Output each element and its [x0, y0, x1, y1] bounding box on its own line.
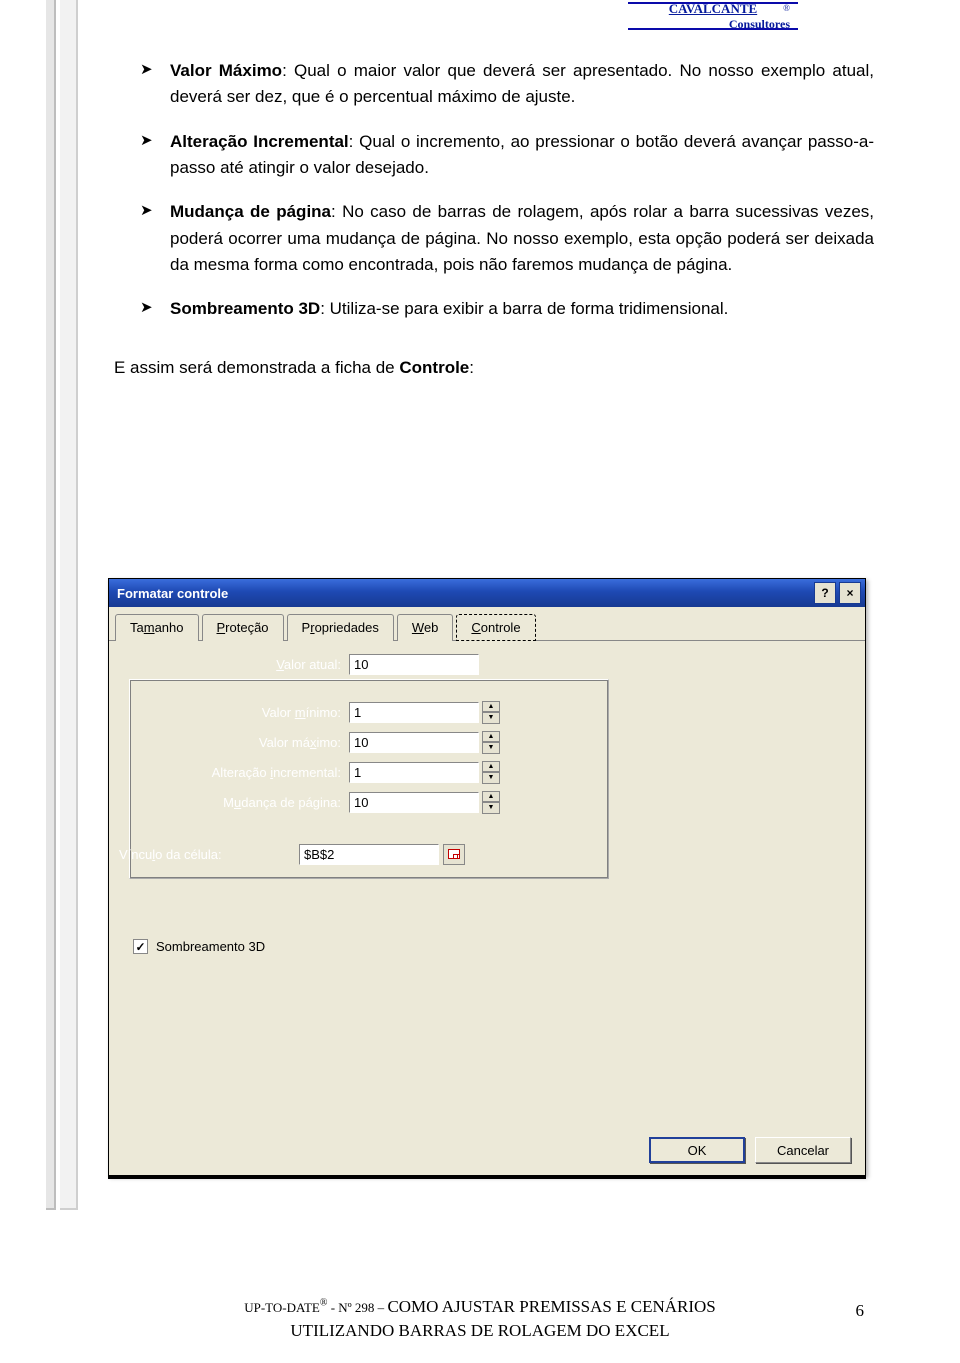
- list-item: Mudança de página: No caso de barras de …: [140, 199, 874, 278]
- page-number: 6: [856, 1301, 865, 1321]
- tab-strip: Tamanho Proteção Propriedades Web Contro…: [109, 607, 865, 641]
- postlist-text: E assim será demonstrada a ficha de Cont…: [114, 355, 874, 381]
- valor-minimo-spinner[interactable]: ▲▼: [482, 701, 500, 724]
- spin-down-icon[interactable]: ▼: [482, 712, 500, 724]
- page-footer: UP-TO-DATE® - Nº 298 – COMO AJUSTAR PREM…: [0, 1295, 960, 1343]
- brand-line2: Consultores: [729, 17, 790, 32]
- brand-line1: CAVALCANTE: [669, 1, 757, 17]
- tab-tamanho[interactable]: Tamanho: [115, 614, 199, 641]
- dialog-titlebar[interactable]: Formatar controle ? ×: [109, 579, 865, 607]
- row-valor-maximo: Valor máximo: 10 ▲▼: [119, 727, 500, 757]
- spin-down-icon[interactable]: ▼: [482, 772, 500, 784]
- valor-atual-input[interactable]: 10: [349, 654, 479, 675]
- checkbox-label: Sombreamento 3D: [156, 939, 265, 954]
- row-mudanca-pagina: Mudança de página: 10 ▲▼: [119, 787, 500, 817]
- term: Mudança de página: [170, 202, 331, 221]
- valor-minimo-input[interactable]: 1: [349, 702, 479, 723]
- spin-up-icon[interactable]: ▲: [482, 731, 500, 743]
- brand-logo: ® CAVALCANTE Consultores: [628, 2, 798, 30]
- postlist-colon: :: [469, 358, 474, 377]
- spin-down-icon[interactable]: ▼: [482, 742, 500, 754]
- vinculo-input[interactable]: $B$2: [299, 844, 439, 865]
- tab-propriedades[interactable]: Propriedades: [287, 614, 394, 641]
- spin-down-icon[interactable]: ▼: [482, 802, 500, 814]
- page-left-margin-bars: [46, 0, 78, 1210]
- spin-up-icon[interactable]: ▲: [482, 701, 500, 713]
- spin-up-icon[interactable]: ▲: [482, 791, 500, 803]
- range-selector-icon: [448, 849, 460, 859]
- tab-web[interactable]: Web: [397, 614, 454, 641]
- text: : Utiliza-se para exibir a barra de form…: [320, 299, 728, 318]
- bullet-list: Valor Máximo: Qual o maior valor que dev…: [114, 58, 874, 323]
- dialog-title: Formatar controle: [117, 586, 811, 601]
- tab-protecao[interactable]: Proteção: [202, 614, 284, 641]
- image-bottom-border: [108, 1176, 866, 1179]
- close-button[interactable]: ×: [839, 582, 861, 604]
- margin-bar: [60, 0, 78, 1210]
- margin-bar: [46, 0, 56, 1210]
- mudanca-spinner[interactable]: ▲▼: [482, 791, 500, 814]
- footer-brand: UP-TO-DATE: [244, 1300, 320, 1315]
- row-vinculo-celula: Vínculo da célula: $B$2: [119, 839, 500, 869]
- footer-issue: - Nº 298 –: [327, 1300, 387, 1315]
- sombreamento-3d-checkbox[interactable]: ✓ Sombreamento 3D: [133, 939, 265, 954]
- alteracao-input[interactable]: 1: [349, 762, 479, 783]
- row-valor-atual: Valor atual: 10: [119, 649, 500, 679]
- term: Sombreamento 3D: [170, 299, 320, 318]
- postlist-bold: Controle: [399, 358, 469, 377]
- document-body: Valor Máximo: Qual o maior valor que dev…: [114, 58, 874, 399]
- cancel-button[interactable]: Cancelar: [755, 1137, 851, 1163]
- format-control-dialog: Formatar controle ? × Tamanho Proteção P…: [108, 578, 866, 1176]
- term: Valor Máximo: [170, 61, 282, 80]
- valor-maximo-input[interactable]: 10: [349, 732, 479, 753]
- tab-controle[interactable]: Controle: [456, 614, 535, 641]
- term: Alteração Incremental: [170, 132, 349, 151]
- postlist-part1: E assim será demonstrada a ficha de: [114, 358, 399, 377]
- row-alteracao-incremental: Alteração incremental: 1 ▲▼: [119, 757, 500, 787]
- footer-title-2: UTILIZANDO BARRAS DE ROLAGEM DO EXCEL: [290, 1321, 669, 1340]
- list-item: Sombreamento 3D: Utiliza-se para exibir …: [140, 296, 874, 322]
- ok-button[interactable]: OK: [649, 1137, 745, 1163]
- row-valor-minimo: Valor mínimo: 1 ▲▼: [119, 697, 500, 727]
- alteracao-spinner[interactable]: ▲▼: [482, 761, 500, 784]
- valor-maximo-spinner[interactable]: ▲▼: [482, 731, 500, 754]
- range-selector-button[interactable]: [443, 844, 465, 865]
- footer-title-1: COMO AJUSTAR PREMISSAS E CENÁRIOS: [387, 1297, 715, 1316]
- brand-reg: ®: [783, 3, 790, 13]
- list-item: Alteração Incremental: Qual o incremento…: [140, 129, 874, 182]
- mudanca-input[interactable]: 10: [349, 792, 479, 813]
- dialog-buttons: OK Cancelar: [649, 1137, 851, 1163]
- help-button[interactable]: ?: [814, 582, 836, 604]
- list-item: Valor Máximo: Qual o maior valor que dev…: [140, 58, 874, 111]
- checkbox-icon[interactable]: ✓: [133, 939, 148, 954]
- fields-area: Valor atual: 10 Valor mínimo: 1 ▲▼ Valor…: [119, 649, 500, 869]
- spin-up-icon[interactable]: ▲: [482, 761, 500, 773]
